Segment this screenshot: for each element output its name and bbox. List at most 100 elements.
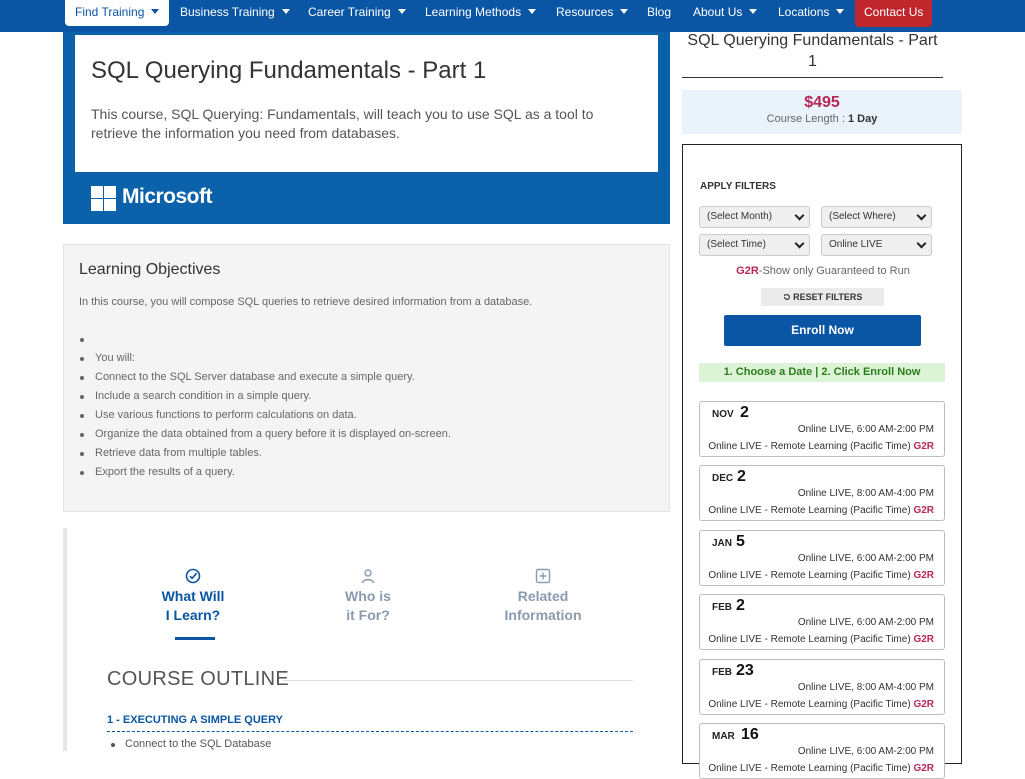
enroll-now-button[interactable]: Enroll Now	[724, 315, 921, 346]
g2r-code: G2R	[736, 265, 759, 277]
reset-label: RESET FILTERS	[793, 292, 863, 302]
date-day: 5	[736, 533, 745, 550]
date-day: 2	[737, 468, 746, 485]
date-month: NOV	[712, 409, 734, 420]
nav-label: Find Training	[75, 5, 145, 19]
date-option[interactable]: FEB 2 Online LIVE, 6:00 AM-2:00 PM Onlin…	[699, 594, 945, 650]
outline-section-heading[interactable]: 1 - EXECUTING A SIMPLE QUERY	[107, 714, 283, 726]
location-text: Online LIVE - Remote Learning (Pacific T…	[708, 763, 911, 774]
course-length-label: Course Length :	[766, 113, 845, 125]
tab-related-information[interactable]: Related Information	[473, 568, 613, 625]
date-day: 23	[736, 662, 754, 679]
objectives-list: You will: Connect to the SQL Server data…	[79, 330, 451, 482]
g2r-filter-note[interactable]: G2R-Show only Guaranteed to Run	[683, 265, 963, 277]
plus-square-icon	[535, 568, 551, 584]
check-circle-icon	[185, 568, 201, 584]
nav-business-training[interactable]: Business Training	[180, 0, 290, 26]
chevron-down-icon	[794, 210, 805, 221]
course-description: This course, SQL Querying: Fundamentals,…	[91, 106, 594, 141]
nav-label: Learning Methods	[425, 5, 522, 19]
date-option[interactable]: FEB 23 Online LIVE, 8:00 AM-4:00 PM Onli…	[699, 659, 945, 715]
tab-label-line1: What Will	[161, 588, 225, 604]
g2r-badge: G2R	[913, 763, 934, 774]
undo-icon	[783, 293, 790, 300]
nav-find-training[interactable]: Find Training	[65, 0, 170, 26]
objectives-title: Learning Objectives	[79, 261, 221, 278]
list-item: Organize the data obtained from a query …	[79, 425, 451, 444]
tab-label-line1: Related	[517, 588, 569, 604]
date-location: Online LIVE - Remote Learning (Pacific T…	[708, 634, 934, 645]
caret-down-icon	[151, 9, 160, 14]
g2r-badge: G2R	[913, 699, 934, 710]
tab-label-line1: Who is	[345, 588, 391, 604]
course-tabs-area: What Will I Learn? Who is it For? Relate…	[63, 528, 670, 751]
list-item: You will:	[79, 349, 451, 368]
reset-filters-button[interactable]: RESET FILTERS	[761, 288, 884, 306]
outline-item: Connect to the SQL Database	[111, 738, 271, 750]
enroll-instructions: 1. Choose a Date | 2. Click Enroll Now	[699, 363, 945, 382]
select-value: (Select Where)	[829, 211, 896, 222]
chevron-down-icon	[916, 238, 927, 249]
top-nav: Find Training Business Training Career T…	[0, 0, 1025, 32]
sidebar-course-title: SQL Querying Fundamentals - Part 1	[687, 32, 938, 70]
course-hero: SQL Querying Fundamentals - Part 1 This …	[63, 32, 670, 224]
contact-us-button[interactable]: Contact Us	[855, 0, 933, 27]
select-value: (Select Time)	[707, 239, 766, 250]
nav-blog[interactable]: Blog	[647, 0, 671, 26]
nav-label: Locations	[778, 5, 830, 19]
nav-label: Blog	[647, 5, 672, 19]
objectives-intro: In this course, you will compose SQL que…	[79, 296, 533, 308]
nav-resources[interactable]: Resources	[556, 0, 629, 26]
time-select[interactable]: (Select Time)	[699, 234, 810, 256]
g2r-badge: G2R	[913, 441, 934, 452]
course-outline-title: COURSE OUTLINE	[107, 668, 290, 690]
nav-about-us[interactable]: About Us	[693, 0, 758, 26]
date-month: DEC	[712, 473, 734, 484]
list-item	[79, 330, 451, 349]
date-option[interactable]: JAN 5 Online LIVE, 6:00 AM-2:00 PM Onlin…	[699, 530, 945, 586]
select-value: Online LIVE	[829, 239, 883, 250]
caret-down-icon	[620, 9, 629, 14]
course-title: SQL Querying Fundamentals - Part 1	[91, 57, 487, 84]
caret-down-icon	[528, 9, 537, 14]
list-item: Include a search condition in a simple q…	[79, 387, 451, 406]
nav-label: Resources	[556, 5, 614, 19]
date-day: 16	[741, 726, 759, 743]
date-location: Online LIVE - Remote Learning (Pacific T…	[708, 441, 934, 452]
nav-learning-methods[interactable]: Learning Methods	[425, 0, 537, 26]
list-item: Use various functions to perform calcula…	[79, 406, 451, 425]
course-length: Course Length : 1 Day	[682, 113, 962, 125]
location-text: Online LIVE - Remote Learning (Pacific T…	[708, 699, 911, 710]
contact-label: Contact Us	[864, 5, 924, 19]
microsoft-wordmark: Microsoft	[122, 185, 213, 208]
nav-locations[interactable]: Locations	[778, 0, 845, 26]
date-option[interactable]: MAR 16 Online LIVE, 6:00 AM-2:00 PM Onli…	[699, 723, 945, 779]
date-location: Online LIVE - Remote Learning (Pacific T…	[708, 699, 934, 710]
date-time: Online LIVE, 8:00 AM-4:00 PM	[797, 488, 934, 499]
date-day: 2	[736, 597, 745, 614]
nav-career-training[interactable]: Career Training	[308, 0, 406, 26]
date-option[interactable]: NOV 2 Online LIVE, 6:00 AM-2:00 PM Onlin…	[699, 401, 945, 457]
tab-label-line2: it For?	[346, 607, 390, 623]
list-item: Export the results of a query.	[79, 463, 451, 482]
location-text: Online LIVE - Remote Learning (Pacific T…	[708, 505, 911, 516]
active-tab-indicator	[175, 637, 215, 640]
tab-label-line2: Information	[504, 607, 582, 623]
g2r-badge: G2R	[913, 634, 934, 645]
date-option[interactable]: DEC 2 Online LIVE, 8:00 AM-4:00 PM Onlin…	[699, 465, 945, 521]
date-location: Online LIVE - Remote Learning (Pacific T…	[708, 763, 934, 774]
date-month: FEB	[712, 602, 732, 613]
date-month: MAR	[712, 731, 735, 742]
price-box: $495 Course Length : 1 Day	[682, 90, 962, 134]
divider	[107, 731, 633, 732]
tab-what-will-i-learn[interactable]: What Will I Learn?	[123, 568, 263, 625]
list-item: Connect to the SQL Server database and e…	[79, 368, 451, 387]
chevron-down-icon	[794, 238, 805, 249]
g2r-badge: G2R	[913, 570, 934, 581]
tab-who-is-it-for[interactable]: Who is it For?	[298, 568, 438, 625]
where-select[interactable]: (Select Where)	[821, 206, 932, 228]
chevron-down-icon	[916, 210, 927, 221]
method-select[interactable]: Online LIVE	[821, 234, 932, 256]
month-select[interactable]: (Select Month)	[699, 206, 810, 228]
caret-down-icon	[749, 9, 758, 14]
